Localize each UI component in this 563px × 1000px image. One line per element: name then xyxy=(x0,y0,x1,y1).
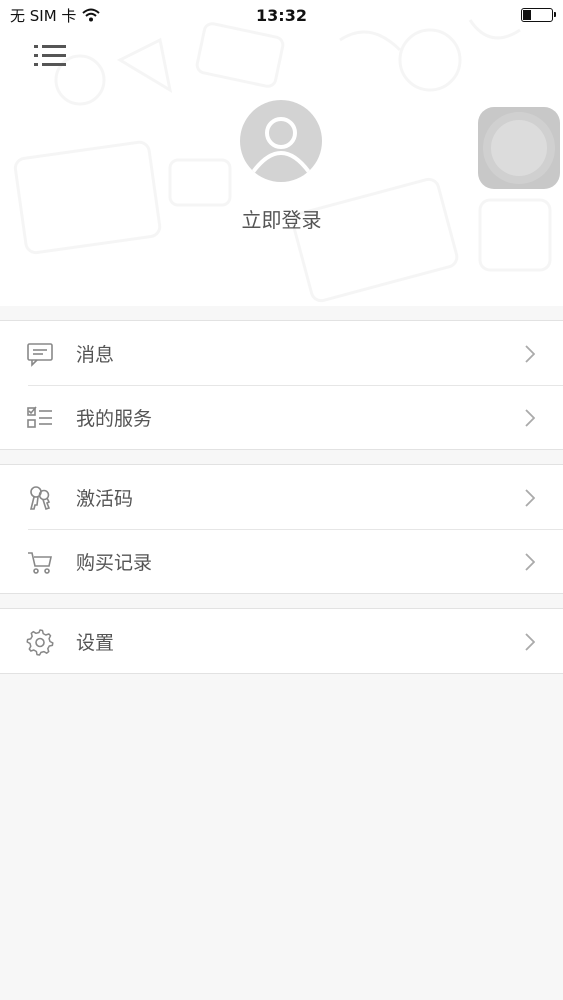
menu-item-label: 购买记录 xyxy=(76,551,153,574)
wifi-icon xyxy=(82,8,101,22)
chevron-right-icon xyxy=(525,633,535,651)
menu-button[interactable] xyxy=(34,42,68,70)
login-button[interactable]: 立即登录 xyxy=(0,204,563,233)
menu-item-purchase-records[interactable]: 购买记录 xyxy=(0,529,563,593)
menu-group-3: 设置 xyxy=(0,608,563,674)
floating-assistive-button[interactable] xyxy=(478,107,560,189)
status-bar: 无 SIM 卡 13:32 xyxy=(0,0,563,30)
chevron-right-icon xyxy=(525,489,535,507)
menu-item-label: 我的服务 xyxy=(76,407,153,430)
battery-icon xyxy=(521,8,556,22)
chevron-right-icon xyxy=(525,553,535,571)
user-avatar-icon xyxy=(251,117,311,174)
message-icon xyxy=(27,343,53,367)
menu-group-1: 消息 我的服务 xyxy=(0,320,563,450)
menu-item-label: 设置 xyxy=(76,631,115,654)
menu-item-my-services[interactable]: 我的服务 xyxy=(0,385,563,449)
menu-item-label: 消息 xyxy=(76,343,115,366)
avatar[interactable] xyxy=(240,100,322,182)
cart-icon xyxy=(28,552,52,574)
chevron-right-icon xyxy=(525,345,535,363)
profile-header: 立即登录 xyxy=(0,0,563,306)
assistive-touch-icon xyxy=(491,120,547,176)
key-icon xyxy=(29,486,51,511)
carrier-label: 无 SIM 卡 xyxy=(10,6,77,25)
menu-group-2: 激活码 购买记录 xyxy=(0,464,563,594)
gear-icon xyxy=(26,629,54,656)
menu-item-settings[interactable]: 设置 xyxy=(0,609,563,673)
menu-item-label: 激活码 xyxy=(76,487,134,510)
status-left: 无 SIM 卡 xyxy=(10,5,101,26)
list-menu-icon xyxy=(34,45,66,66)
menu-item-messages[interactable]: 消息 xyxy=(0,321,563,385)
menu-item-activation-code[interactable]: 激活码 xyxy=(0,465,563,529)
service-list-icon xyxy=(27,406,52,428)
chevron-right-icon xyxy=(525,409,535,427)
